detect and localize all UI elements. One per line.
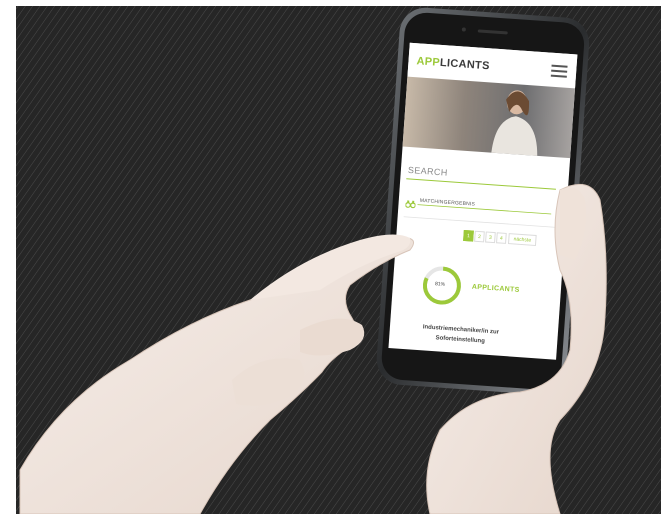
logo-highlight: APP (416, 55, 441, 69)
binoculars-icon (405, 195, 417, 209)
page-2-button[interactable]: 2 (474, 230, 485, 243)
match-percent: 81% (434, 281, 446, 288)
page-1-button[interactable]: 1 (463, 229, 474, 242)
company-logo-highlight: APP (471, 283, 488, 292)
hamburger-menu-icon[interactable] (550, 64, 568, 78)
page-4-button[interactable]: 4 (496, 232, 507, 244)
page-3-button[interactable]: 3 (485, 231, 496, 244)
hero-photo (402, 76, 576, 159)
next-page-button[interactable]: nächste (507, 233, 537, 247)
photo-scene: APPLICANTS SEARCH MATCHINGERGEBNIS 1 2 3… (0, 0, 661, 514)
